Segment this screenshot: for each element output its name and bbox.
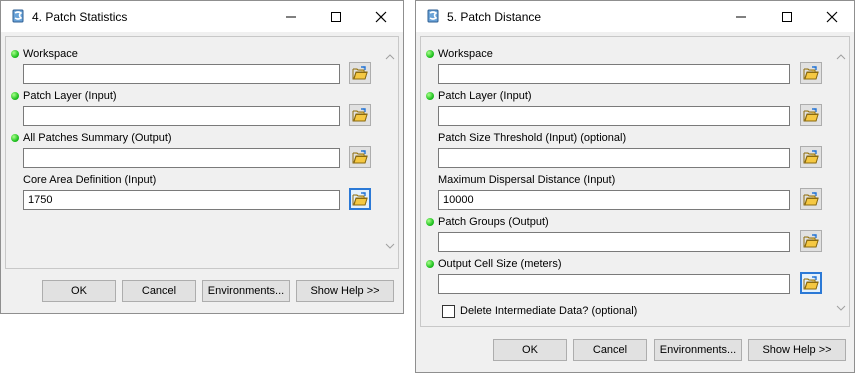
scroll-up-button[interactable] (381, 48, 398, 65)
size-threshold-browse-button[interactable] (800, 146, 822, 168)
param-label-summary-output: All Patches Summary (Output) (23, 132, 172, 144)
toolbox-icon (425, 8, 441, 24)
title-bar[interactable]: 4. Patch Statistics (1, 1, 403, 32)
minimize-button[interactable] (268, 1, 314, 32)
required-indicator (426, 50, 434, 58)
param-label-patch-layer: Patch Layer (Input) (23, 90, 117, 102)
param-label-patch-layer: Patch Layer (Input) (438, 90, 532, 102)
close-icon (826, 11, 838, 22)
parameters-panel: Workspace Patch Layer (Input) All Patche… (5, 36, 399, 269)
ok-button[interactable]: OK (493, 339, 567, 361)
close-button[interactable] (358, 1, 404, 32)
patch-layer-input[interactable] (438, 106, 790, 126)
workspace-input[interactable] (438, 64, 790, 84)
show-help-button[interactable]: Show Help >> (296, 280, 394, 302)
required-indicator (426, 260, 434, 268)
chevron-up-icon (385, 53, 394, 59)
param-label-core-area: Core Area Definition (Input) (23, 174, 157, 186)
required-indicator (11, 92, 19, 100)
open-folder-icon (803, 66, 819, 80)
show-help-button[interactable]: Show Help >> (748, 339, 846, 361)
size-threshold-input[interactable] (438, 148, 790, 168)
close-icon (375, 11, 387, 22)
chevron-down-icon (385, 243, 394, 249)
patch-groups-browse-button[interactable] (800, 230, 822, 252)
toolbox-icon (10, 8, 26, 24)
summary-output-browse-button[interactable] (349, 146, 371, 168)
open-folder-icon (352, 108, 368, 122)
open-folder-icon (803, 150, 819, 164)
workspace-browse-button[interactable] (349, 62, 371, 84)
param-label-cell-size: Output Cell Size (meters) (438, 258, 562, 270)
cell-size-input[interactable] (438, 274, 790, 294)
window-title: 5. Patch Distance (447, 10, 542, 24)
scroll-down-button[interactable] (832, 299, 849, 316)
close-button[interactable] (809, 1, 855, 32)
maximize-button[interactable] (313, 1, 359, 32)
patch-groups-input[interactable] (438, 232, 790, 252)
open-folder-icon (352, 192, 368, 206)
patch-layer-browse-button[interactable] (800, 104, 822, 126)
open-folder-icon (352, 66, 368, 80)
parameters-panel: Workspace Patch Layer (Input) Patch Size… (420, 36, 850, 327)
cancel-button[interactable]: Cancel (122, 280, 196, 302)
patch-layer-browse-button[interactable] (349, 104, 371, 126)
vertical-scrollbar[interactable] (381, 37, 398, 268)
environments-button[interactable]: Environments... (202, 280, 290, 302)
core-area-browse-button[interactable] (349, 188, 371, 210)
open-folder-icon (352, 150, 368, 164)
open-folder-icon (803, 192, 819, 206)
required-indicator (426, 218, 434, 226)
summary-output-input[interactable] (23, 148, 340, 168)
param-label-dispersal-distance: Maximum Dispersal Distance (Input) (438, 174, 616, 186)
dispersal-distance-input[interactable]: 10000 (438, 190, 790, 210)
core-area-input[interactable]: 1750 (23, 190, 340, 210)
open-folder-icon (803, 108, 819, 122)
vertical-scrollbar[interactable] (832, 37, 849, 326)
param-label-size-threshold: Patch Size Threshold (Input) (optional) (438, 132, 627, 144)
maximize-button[interactable] (764, 1, 810, 32)
minimize-icon (286, 16, 296, 17)
open-folder-icon (803, 234, 819, 248)
patch-layer-input[interactable] (23, 106, 340, 126)
required-indicator (11, 50, 19, 58)
patch-distance-dialog: 5. Patch Distance Workspace Patch Layer … (415, 0, 855, 373)
delete-intermediate-label[interactable]: Delete Intermediate Data? (optional) (460, 305, 637, 317)
maximize-icon (782, 11, 792, 22)
cell-size-browse-button[interactable] (800, 272, 822, 294)
minimize-icon (736, 16, 746, 17)
title-bar[interactable]: 5. Patch Distance (416, 1, 854, 32)
param-label-workspace: Workspace (23, 48, 78, 60)
maximize-icon (331, 11, 341, 22)
scroll-down-button[interactable] (381, 237, 398, 254)
delete-intermediate-checkbox[interactable] (442, 305, 455, 318)
minimize-button[interactable] (718, 1, 764, 32)
param-label-workspace: Workspace (438, 48, 493, 60)
required-indicator (11, 134, 19, 142)
scroll-up-button[interactable] (832, 48, 849, 65)
window-title: 4. Patch Statistics (32, 10, 128, 24)
cancel-button[interactable]: Cancel (573, 339, 647, 361)
patch-statistics-dialog: 4. Patch Statistics Workspace Patch Laye… (0, 0, 404, 314)
workspace-input[interactable] (23, 64, 340, 84)
open-folder-icon (803, 276, 819, 290)
ok-button[interactable]: OK (42, 280, 116, 302)
required-indicator (426, 92, 434, 100)
param-label-patch-groups: Patch Groups (Output) (438, 216, 549, 228)
environments-button[interactable]: Environments... (654, 339, 742, 361)
chevron-up-icon (836, 53, 845, 59)
dispersal-distance-browse-button[interactable] (800, 188, 822, 210)
chevron-down-icon (836, 305, 845, 311)
workspace-browse-button[interactable] (800, 62, 822, 84)
